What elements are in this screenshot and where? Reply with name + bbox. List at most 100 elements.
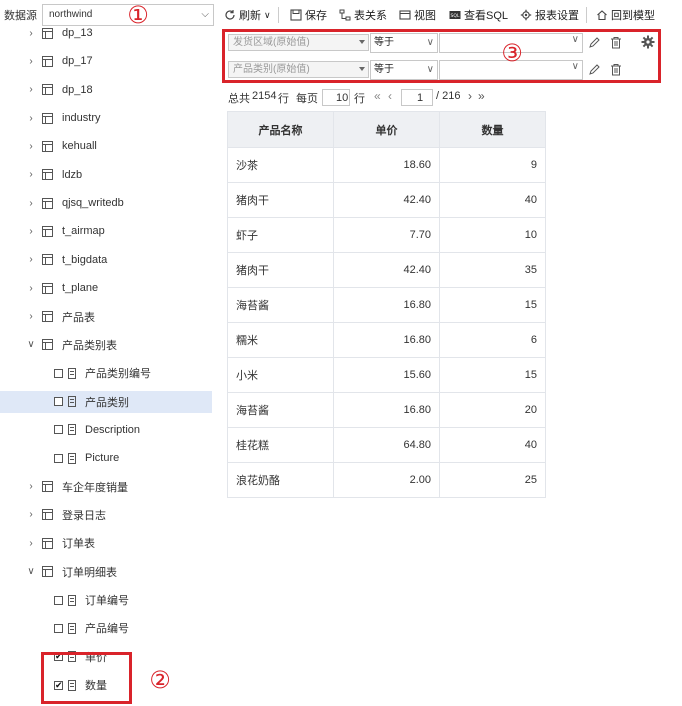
tree-table-item[interactable]: › t_bigdata bbox=[0, 249, 212, 271]
tree-table-item[interactable]: › kehuall bbox=[0, 135, 212, 157]
delete-icon[interactable] bbox=[610, 63, 622, 76]
expand-arrow-icon[interactable]: › bbox=[26, 254, 36, 265]
table-cell: 小米 bbox=[227, 357, 334, 393]
table-cell: 16.80 bbox=[333, 287, 440, 323]
filter-operator-value: 等于 bbox=[374, 37, 394, 48]
table-relations-button[interactable]: 表关系 bbox=[339, 7, 387, 23]
tree-table-item[interactable]: ∨ 产品类别表 bbox=[0, 334, 212, 356]
expand-arrow-icon[interactable]: › bbox=[26, 113, 36, 124]
last-page-icon[interactable]: » bbox=[478, 89, 485, 103]
save-button[interactable]: 保存 bbox=[290, 7, 327, 23]
table-cell: 16.80 bbox=[333, 392, 440, 428]
tree-table-item[interactable]: › 车企年度销量 bbox=[0, 476, 212, 498]
table-cell: 浪花奶酪 bbox=[227, 462, 334, 498]
expand-arrow-icon[interactable]: › bbox=[26, 509, 36, 520]
expand-arrow-icon[interactable]: › bbox=[26, 311, 36, 322]
tree-item-label: 车企年度销量 bbox=[62, 481, 128, 494]
checkbox[interactable] bbox=[54, 623, 63, 633]
tree-item-label: qjsq_writedb bbox=[62, 197, 124, 210]
delete-icon[interactable] bbox=[610, 36, 622, 49]
tree-field-label: Description bbox=[85, 423, 141, 436]
view-icon bbox=[399, 10, 411, 20]
field-icon bbox=[68, 452, 76, 464]
current-page-input[interactable]: 1 bbox=[401, 89, 433, 106]
tree-item-label: 订单明细表 bbox=[62, 566, 117, 579]
tree-field-item[interactable]: Description bbox=[0, 419, 212, 441]
expand-arrow-icon[interactable]: › bbox=[26, 198, 36, 209]
tree-item-label: dp_17 bbox=[62, 55, 93, 68]
collapse-arrow-icon[interactable]: ∨ bbox=[26, 566, 36, 577]
settings-gear-icon[interactable] bbox=[641, 35, 655, 49]
expand-arrow-icon[interactable]: › bbox=[26, 283, 36, 294]
table-icon bbox=[42, 566, 53, 578]
table-cell: 15 bbox=[439, 357, 546, 393]
tree-field-item[interactable]: 产品类别编号 bbox=[0, 362, 212, 384]
back-to-model-label: 回到模型 bbox=[611, 10, 655, 22]
table-icon bbox=[42, 140, 53, 152]
filter-operator-select[interactable]: 等于 ∨ bbox=[370, 60, 438, 80]
next-page-icon[interactable]: › bbox=[468, 89, 472, 103]
tree-field-label: 订单编号 bbox=[85, 595, 129, 607]
tree-table-item[interactable]: › industry bbox=[0, 107, 212, 129]
view-sql-button[interactable]: SQL 查看SQL bbox=[449, 7, 508, 23]
filter-operator-select[interactable]: 等于 ∨ bbox=[370, 33, 438, 53]
tree-table-item[interactable]: › ldzb bbox=[0, 164, 212, 186]
left-panel: 数据源 northwind ⌵ › dp_13 › dp_17 › dp_18 › indus… bbox=[0, 0, 214, 706]
column-header[interactable]: 单价 bbox=[333, 111, 440, 148]
table-row: 猪肉干 42.40 40 bbox=[227, 182, 546, 218]
report-settings-button[interactable]: 报表设置 bbox=[520, 7, 579, 23]
filter-field-select[interactable]: 产品类别(原始值) bbox=[228, 61, 369, 78]
table-row: 虾子 7.70 10 bbox=[227, 217, 546, 253]
table-row: 猪肉干 42.40 35 bbox=[227, 252, 546, 288]
tree-table-item[interactable]: › t_airmap bbox=[0, 220, 212, 242]
expand-arrow-icon[interactable]: › bbox=[26, 141, 36, 152]
grid-header-row: 产品名称 单价 数量 bbox=[227, 111, 546, 148]
view-button[interactable]: 视图 bbox=[399, 7, 436, 23]
tree-field-item[interactable]: Picture bbox=[0, 447, 212, 469]
column-header[interactable]: 产品名称 bbox=[227, 111, 334, 148]
collapse-arrow-icon[interactable]: ∨ bbox=[26, 339, 36, 350]
table-row: 海苔酱 16.80 15 bbox=[227, 287, 546, 323]
page-size-input[interactable]: 10 bbox=[322, 89, 350, 106]
tree-table-item[interactable]: › t_plane bbox=[0, 277, 212, 299]
expand-arrow-icon[interactable]: › bbox=[26, 226, 36, 237]
tree-item-label: dp_13 bbox=[62, 27, 93, 39]
prev-page-icon[interactable]: ‹ bbox=[388, 89, 392, 103]
expand-arrow-icon[interactable]: › bbox=[26, 56, 36, 67]
pager-per-page-suffix: 行 bbox=[354, 93, 365, 105]
tree-field-item[interactable]: 产品编号 bbox=[0, 617, 212, 639]
refresh-button[interactable]: 刷新 ∨ bbox=[224, 7, 271, 23]
expand-arrow-icon[interactable]: › bbox=[26, 481, 36, 492]
back-to-model-button[interactable]: 回到模型 bbox=[596, 7, 655, 23]
view-sql-label: 查看SQL bbox=[464, 10, 509, 22]
tree-table-item[interactable]: › dp_18 bbox=[0, 79, 212, 101]
checkbox[interactable] bbox=[54, 453, 63, 463]
checkbox[interactable] bbox=[54, 425, 63, 435]
edit-icon[interactable] bbox=[588, 63, 601, 76]
table-cell: 10 bbox=[439, 217, 546, 253]
first-page-icon[interactable]: « bbox=[374, 89, 381, 103]
tree-table-item[interactable]: › 登录日志 bbox=[0, 504, 212, 526]
checkbox[interactable] bbox=[54, 595, 63, 605]
tree-item-label: 登录日志 bbox=[62, 509, 106, 522]
expand-arrow-icon[interactable]: › bbox=[26, 28, 36, 39]
toolbar: 刷新 ∨ 保存 表关系 视图 SQL 查看SQL 报表设置 回到模型 bbox=[218, 0, 682, 30]
svg-text:SQL: SQL bbox=[451, 13, 460, 19]
tree-field-item[interactable]: 产品类别 bbox=[0, 390, 212, 413]
expand-arrow-icon[interactable]: › bbox=[26, 169, 36, 180]
tree-table-item[interactable]: ∨ 订单明细表 bbox=[0, 561, 212, 583]
table-icon bbox=[42, 112, 53, 124]
tree-table-item[interactable]: › 产品表 bbox=[0, 306, 212, 328]
column-header[interactable]: 数量 bbox=[439, 111, 546, 148]
tree-table-item[interactable]: › 订单表 bbox=[0, 532, 212, 554]
checkbox[interactable] bbox=[54, 397, 63, 407]
edit-icon[interactable] bbox=[588, 36, 601, 49]
tree-table-item[interactable]: › dp_17 bbox=[0, 50, 212, 72]
expand-arrow-icon[interactable]: › bbox=[26, 84, 36, 95]
tree-table-item[interactable]: › dp_13 bbox=[0, 22, 212, 44]
tree-table-item[interactable]: › qjsq_writedb bbox=[0, 192, 212, 214]
filter-field-select[interactable]: 发货区域(原始值) bbox=[228, 34, 369, 51]
expand-arrow-icon[interactable]: › bbox=[26, 538, 36, 549]
checkbox[interactable] bbox=[54, 368, 63, 378]
tree-field-item[interactable]: 订单编号 bbox=[0, 589, 212, 611]
